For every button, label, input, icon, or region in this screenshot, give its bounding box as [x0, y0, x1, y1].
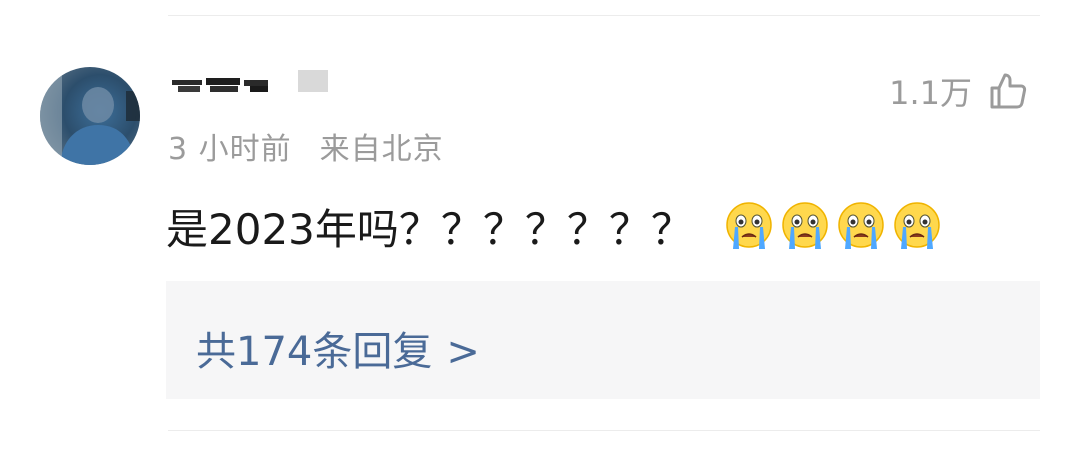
avatar-image [40, 67, 140, 165]
comment-meta: 3 小时前 来自北京 [168, 124, 444, 168]
top-divider [168, 15, 1040, 16]
emoji-group [723, 201, 943, 253]
like-button[interactable]: 1.1万 [889, 68, 1028, 114]
comment-time: 3 小时前 [168, 132, 292, 167]
comment-location: 来自北京 [319, 132, 444, 167]
crying-face-icon [782, 201, 828, 249]
thumbs-up-icon [990, 73, 1027, 109]
replies-label: 共174条回复 [196, 329, 433, 375]
crying-face-icon [726, 201, 772, 249]
crying-face-icon [838, 201, 884, 249]
like-count: 1.1万 [889, 74, 972, 112]
crying-face-icon [894, 201, 940, 249]
avatar[interactable] [40, 67, 140, 165]
replies-panel[interactable]: 共174条回复 > [166, 281, 1040, 399]
bottom-divider [168, 430, 1040, 431]
redacted-name-marks [172, 70, 328, 92]
username-redacted[interactable] [170, 70, 330, 94]
chevron-right-icon: > [446, 329, 480, 375]
comment-body: 是2023年吗？？？？？？？ [166, 196, 943, 257]
comment-text: 是2023年吗？？？？？？？ [166, 205, 693, 254]
view-replies-link[interactable]: 共174条回复 > [196, 319, 480, 377]
